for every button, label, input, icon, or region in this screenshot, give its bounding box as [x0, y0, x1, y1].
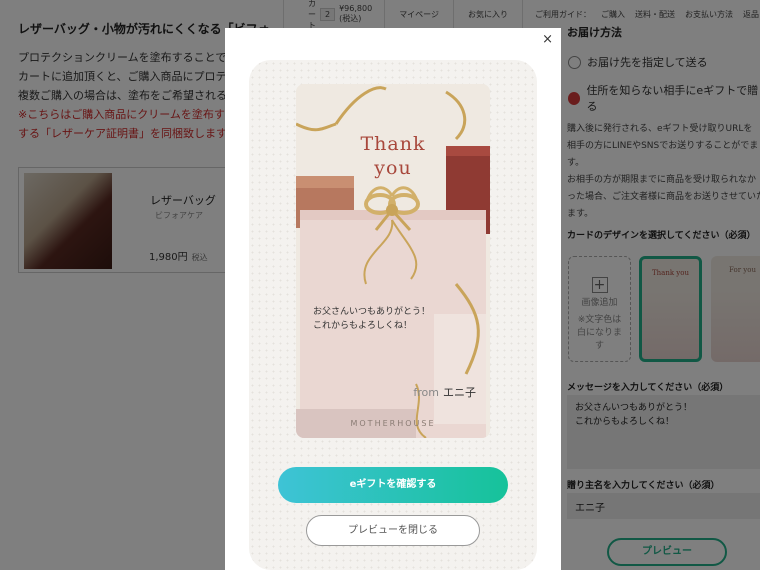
- card-title-line-2: you: [374, 157, 412, 179]
- card-from: from エニ子: [413, 384, 476, 400]
- confirm-egift-button[interactable]: eギフトを確認する: [278, 467, 508, 503]
- close-icon[interactable]: ×: [542, 32, 553, 47]
- card-from-name: エニ子: [443, 386, 476, 399]
- card-brand-logo: MOTHERHOUSE: [350, 419, 436, 428]
- card-message: お父さんいつもありがとう！ これからもよろしくね！: [313, 307, 431, 331]
- egift-preview-modal: × Thank you お父さんいつもありがとう！ これからもよろしくね！ fr…: [225, 28, 561, 570]
- gift-card-preview: Thank you お父さんいつもありがとう！ これからもよろしくね！ from…: [296, 84, 490, 438]
- card-from-label: from: [413, 386, 439, 399]
- card-title: Thank you: [296, 132, 490, 180]
- card-title-line-1: Thank: [360, 133, 426, 155]
- close-preview-button[interactable]: プレビューを閉じる: [306, 515, 480, 546]
